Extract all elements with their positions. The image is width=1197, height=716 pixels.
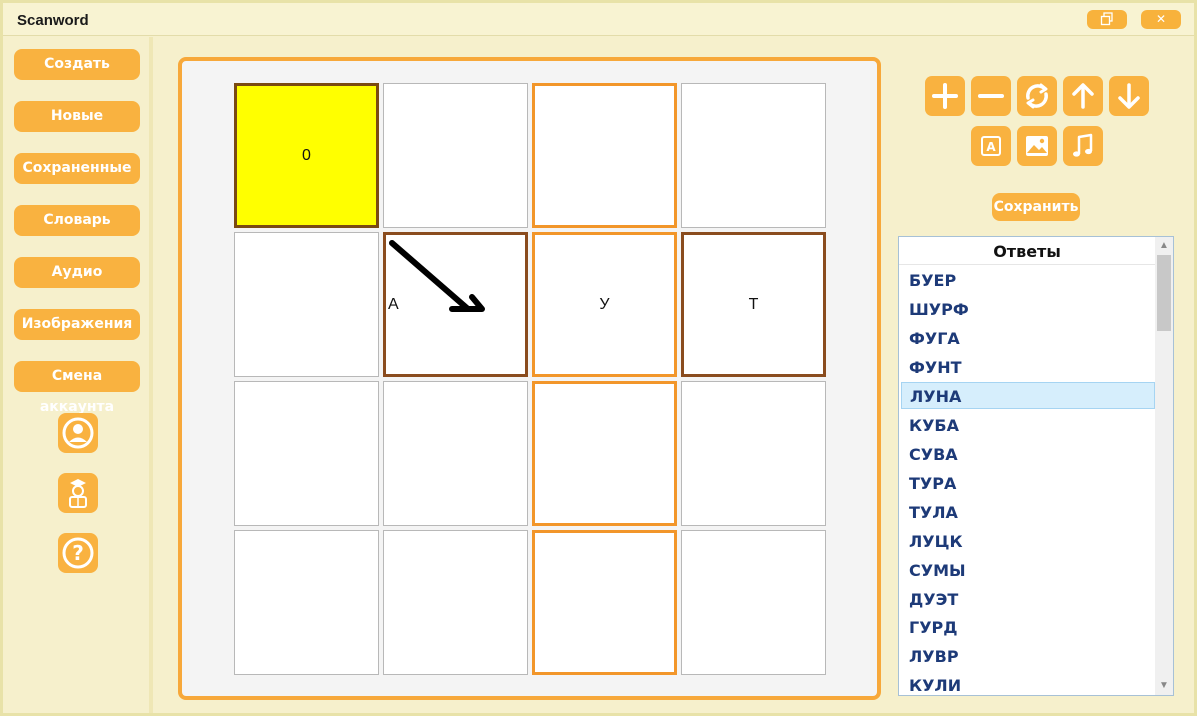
close-icon: ✕ [1155, 12, 1167, 26]
scroll-down-icon[interactable]: ▼ [1158, 680, 1170, 692]
add-image-button[interactable] [1017, 126, 1057, 166]
close-button[interactable]: ✕ [1141, 10, 1181, 29]
help-button[interactable]: ? [58, 533, 98, 573]
grid-cell-3-2[interactable] [532, 530, 677, 675]
grid-cell-0-3[interactable] [681, 83, 826, 228]
cell-text: У [599, 295, 610, 313]
arrow-up-icon [1072, 83, 1094, 109]
sidebar-item-saved[interactable]: Сохраненные [14, 153, 140, 184]
answer-item[interactable]: КУБА [901, 412, 1155, 439]
arrow-right-down-icon [389, 240, 485, 312]
remove-button[interactable] [971, 76, 1011, 116]
grid-cell-3-0[interactable] [234, 530, 379, 675]
save-button[interactable]: Сохранить [992, 193, 1080, 221]
svg-text:?: ? [72, 541, 84, 565]
profile-button[interactable] [58, 413, 98, 453]
grid-cell-0-1[interactable] [383, 83, 528, 228]
scroll-thumb[interactable] [1157, 255, 1171, 331]
grid-cell-1-0[interactable] [234, 232, 379, 377]
grid-cell-0-2[interactable] [532, 83, 677, 228]
move-up-button[interactable] [1063, 76, 1103, 116]
grid-cell-2-2[interactable] [532, 381, 677, 526]
grid-cell-3-3[interactable] [681, 530, 826, 675]
cell-text: Т [748, 295, 759, 313]
grid-cell-1-2[interactable]: У [532, 232, 677, 377]
answer-item[interactable]: СУМЫ [901, 557, 1155, 584]
grid-cell-0-0[interactable]: 0 [234, 83, 379, 228]
refresh-icon [1026, 83, 1048, 109]
answer-item[interactable]: ТУРА [901, 470, 1155, 497]
plus-icon [932, 83, 958, 109]
answer-item[interactable]: ШУРФ [901, 296, 1155, 323]
answer-item-selected[interactable]: ЛУНА [901, 382, 1155, 409]
move-down-button[interactable] [1109, 76, 1149, 116]
window-title: Scanword [17, 12, 89, 29]
music-icon [1073, 133, 1093, 157]
sidebar-item-create[interactable]: Создать [14, 49, 140, 80]
help-icon: ? [62, 537, 94, 569]
add-text-button[interactable]: A [971, 126, 1011, 166]
grid-cell-1-3[interactable]: Т [681, 232, 826, 377]
restore-icon [1100, 12, 1113, 26]
grid-cell-2-3[interactable] [681, 381, 826, 526]
grid-cell-2-1[interactable] [383, 381, 528, 526]
title-bar: Scanword ✕ [3, 3, 1194, 36]
cell-text: 0 [302, 146, 311, 164]
answers-scrollbar[interactable]: ▲ ▼ [1155, 237, 1173, 695]
arrow-down-icon [1118, 83, 1140, 109]
grid-cell-1-1[interactable]: А [383, 232, 528, 377]
user-icon [62, 417, 94, 449]
answer-item[interactable]: ЛУВР [901, 643, 1155, 670]
refresh-button[interactable] [1017, 76, 1057, 116]
answer-item[interactable]: БУЕР [901, 267, 1155, 294]
answer-item[interactable]: ЛУЦК [901, 528, 1155, 555]
answer-item[interactable]: ФУНТ [901, 354, 1155, 381]
minus-icon [978, 94, 1004, 98]
app-window: Scanword ✕ Создать Новые Сохраненные Сло… [0, 0, 1197, 716]
sidebar-item-change-account[interactable]: Смена аккаунта [14, 361, 140, 415]
sidebar-item-dictionary[interactable]: Словарь [14, 205, 140, 236]
answer-item[interactable]: ТУЛА [901, 499, 1155, 526]
teacher-icon [69, 479, 87, 508]
answer-item[interactable]: ДУЭТ [901, 586, 1155, 613]
answer-item[interactable]: ГУРД [901, 614, 1155, 641]
svg-text:A: A [986, 140, 996, 154]
answers-header: Ответы [899, 237, 1155, 265]
restore-button[interactable] [1087, 10, 1127, 29]
teacher-button[interactable] [58, 473, 98, 513]
text-icon: A [981, 136, 1001, 156]
sidebar-item-audio[interactable]: Аудио [14, 257, 140, 288]
sidebar-item-images[interactable]: Изображения [14, 309, 140, 340]
scroll-up-icon[interactable]: ▲ [1158, 240, 1170, 252]
grid-cell-3-1[interactable] [383, 530, 528, 675]
answer-item[interactable]: КУЛИ [901, 672, 1155, 695]
answer-item[interactable]: СУВА [901, 441, 1155, 468]
sidebar-item-new[interactable]: Новые [14, 101, 140, 132]
answers-list[interactable]: Ответы БУЕР ШУРФ ФУГА ФУНТ ЛУНА КУБА СУВ… [898, 236, 1174, 696]
grid-cell-2-0[interactable] [234, 381, 379, 526]
answer-item[interactable]: ФУГА [901, 325, 1155, 352]
image-icon [1026, 136, 1048, 156]
add-button[interactable] [925, 76, 965, 116]
sidebar: Создать Новые Сохраненные Словарь Аудио … [3, 37, 153, 713]
add-audio-button[interactable] [1063, 126, 1103, 166]
